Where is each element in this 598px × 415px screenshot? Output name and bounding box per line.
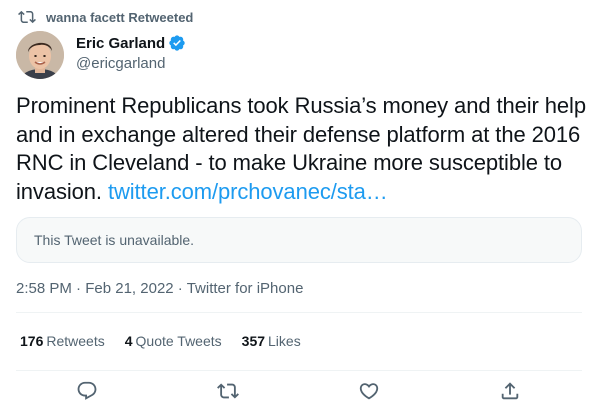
verified-badge-icon: [169, 35, 185, 51]
share-button[interactable]: [499, 380, 521, 402]
reply-icon: [77, 381, 97, 400]
retweet-context-text: wanna facett Retweeted: [46, 9, 194, 25]
reply-button[interactable]: [76, 380, 98, 402]
author-handle[interactable]: @ericgarland: [76, 55, 186, 74]
meta-separator: ·: [71, 280, 86, 297]
divider: [16, 312, 582, 313]
quote-tweets-label: Quote Tweets: [135, 333, 222, 349]
avatar-photo: [16, 31, 64, 79]
retweet-context[interactable]: wanna facett Retweeted: [18, 8, 193, 26]
retweets-label: Retweets: [46, 333, 105, 349]
tweet-text: Prominent Republicans took Russia’s mone…: [16, 92, 586, 206]
quoted-tweet-unavailable: This Tweet is unavailable.: [16, 217, 582, 263]
retweet-icon: [217, 383, 239, 399]
retweets-count: 176: [20, 333, 44, 349]
tweet-stats: 176 Retweets 4 Quote Tweets 357 Likes: [20, 333, 321, 349]
share-icon: [501, 382, 519, 400]
like-icon: [359, 383, 379, 400]
author-name[interactable]: Eric Garland: [76, 35, 165, 52]
retweets-stat[interactable]: 176 Retweets: [20, 333, 105, 349]
tweet-time[interactable]: 2:58 PM: [16, 280, 72, 297]
tweet-source[interactable]: Twitter for iPhone: [187, 280, 304, 297]
tweet-link[interactable]: twitter.com/prchovanec/sta…: [108, 179, 388, 204]
likes-label: Likes: [268, 333, 301, 349]
tweet-date[interactable]: Feb 21, 2022: [85, 280, 173, 297]
likes-count: 357: [241, 333, 266, 349]
action-bar: [0, 378, 598, 408]
retweet-button[interactable]: [217, 380, 239, 402]
quote-tweets-stat[interactable]: 4 Quote Tweets: [125, 333, 222, 349]
meta-separator: ·: [173, 280, 187, 297]
author-block[interactable]: Eric Garland @ericgarland: [76, 33, 186, 74]
tweet-meta: 2:58 PM · Feb 21, 2022 · Twitter for iPh…: [16, 280, 303, 297]
quote-tweets-count: 4: [124, 333, 133, 349]
divider: [16, 370, 582, 371]
likes-stat[interactable]: 357 Likes: [242, 333, 301, 349]
like-button[interactable]: [358, 380, 380, 402]
avatar[interactable]: [16, 31, 64, 79]
unavailable-message: This Tweet is unavailable.: [34, 232, 195, 248]
retweet-icon: [18, 10, 36, 24]
